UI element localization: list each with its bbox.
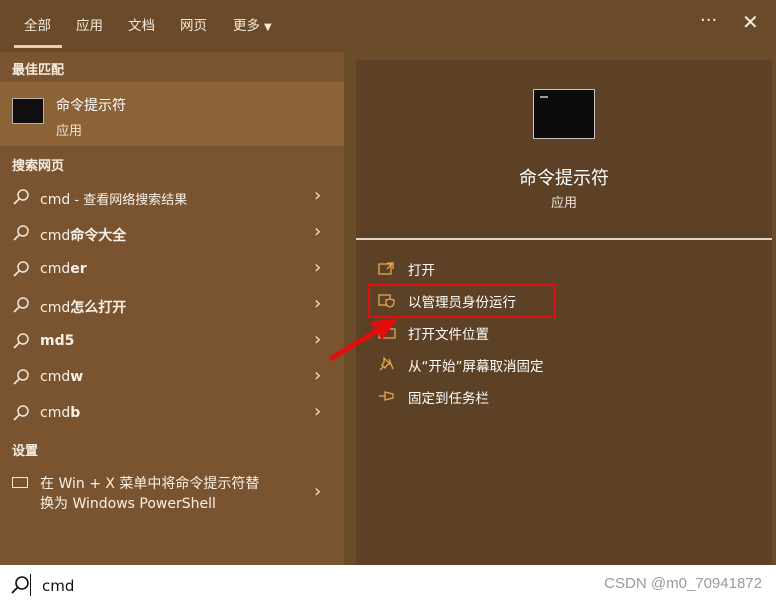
result-query-part: cmd [40,192,71,208]
settings-result-item[interactable]: 在 Win + X 菜单中将命令提示符替 换为 Windows PowerShe… [0,467,344,519]
web-search-result-label: cmdb [40,405,80,421]
web-search-result-label: cmdw [40,369,83,385]
result-suggestion-part: md5 [40,333,75,349]
command-prompt-large-icon [533,89,595,139]
result-suggestion-part: er [70,261,87,277]
web-search-result[interactable]: cmd怎么打开 › [0,288,344,324]
text-caret [30,574,31,596]
details-app-type: 应用 [550,196,577,211]
web-search-result[interactable]: cmdb › [0,396,344,432]
action-pin-taskbar-label: 固定到任务栏 [408,391,489,407]
chevron-right-icon[interactable]: › [314,365,321,386]
result-query-part: cmd [40,405,71,421]
result-query-part: cmd [40,228,71,244]
web-search-result-label: cmd命令大全 [40,225,126,245]
settings-result-line2: 换为 Windows PowerShell [40,496,216,512]
best-match-heading: 最佳匹配 [12,63,65,78]
result-suggestion-part: w [70,369,84,385]
top-tab-bar: 全部 应用 文档 网页 更多 ▼ ··· ✕ [0,0,776,52]
web-search-result-label: cmd怎么打开 [40,297,126,317]
result-suggestion-part: b [70,405,81,421]
web-search-result[interactable]: cmd - 查看网络搜索结果 › [0,180,344,216]
details-divider [356,238,772,240]
action-open-label: 打开 [408,263,435,279]
search-icon [13,297,29,313]
search-input[interactable] [40,573,444,599]
active-tab-indicator [14,45,62,48]
chevron-down-icon: ▼ [264,22,272,33]
pin-icon [379,391,394,401]
chevron-right-icon[interactable]: › [314,481,321,502]
search-icon [11,576,29,594]
result-suffix-part: - 查看网络搜索结果 [70,193,188,208]
chevron-right-icon[interactable]: › [314,329,321,350]
chevron-right-icon[interactable]: › [314,293,321,314]
best-match-item[interactable] [0,82,344,146]
result-suggestion-part: 命令大全 [70,228,127,244]
best-match-type: 应用 [56,124,83,139]
chevron-right-icon[interactable]: › [314,257,321,278]
tab-more[interactable]: 更多 ▼ [233,14,272,34]
command-prompt-icon [12,98,44,124]
result-query-part: cmd [40,369,71,385]
web-search-result[interactable]: md5 › [0,324,344,360]
web-search-result[interactable]: cmd命令大全 › [0,216,344,252]
search-icon [13,225,29,241]
watermark: CSDN @m0_70941872 [604,575,762,592]
result-query-part: cmd [40,300,71,316]
search-icon [13,369,29,385]
red-arrow-icon [329,318,398,361]
tab-more-label: 更多 [233,18,260,34]
keyboard-settings-icon [12,477,28,488]
web-search-result[interactable]: cmdw › [0,360,344,396]
web-search-result-label: cmd - 查看网络搜索结果 [40,189,187,208]
chevron-right-icon[interactable]: › [314,221,321,242]
web-search-result-label: md5 [40,333,74,349]
tab-apps[interactable]: 应用 [76,14,103,34]
settings-result-line1: 在 Win + X 菜单中将命令提示符替 [40,476,260,492]
close-icon[interactable]: ✕ [742,10,759,34]
open-icon [378,262,394,275]
settings-heading: 设置 [12,444,39,459]
tab-web[interactable]: 网页 [180,14,207,34]
tab-all[interactable]: 全部 [24,14,51,34]
tab-documents[interactable]: 文档 [128,14,155,34]
best-match-name: 命令提示符 [56,98,126,114]
action-open-file-location-label: 打开文件位置 [408,327,489,343]
web-search-result[interactable]: cmder › [0,252,344,288]
search-icon [13,333,29,349]
search-icon [13,189,29,205]
result-query-part: cmd [40,261,71,277]
search-icon [13,405,29,421]
web-search-result-label: cmder [40,261,87,277]
ellipsis-icon[interactable]: ··· [700,10,717,31]
result-suggestion-part: 怎么打开 [70,300,127,316]
action-unpin-start-label: 从“开始”屏幕取消固定 [408,359,544,375]
web-search-heading: 搜索网页 [12,159,65,174]
chevron-right-icon[interactable]: › [314,401,321,422]
details-app-name: 命令提示符 [519,168,609,189]
chevron-right-icon[interactable]: › [314,185,321,206]
search-icon [13,261,29,277]
